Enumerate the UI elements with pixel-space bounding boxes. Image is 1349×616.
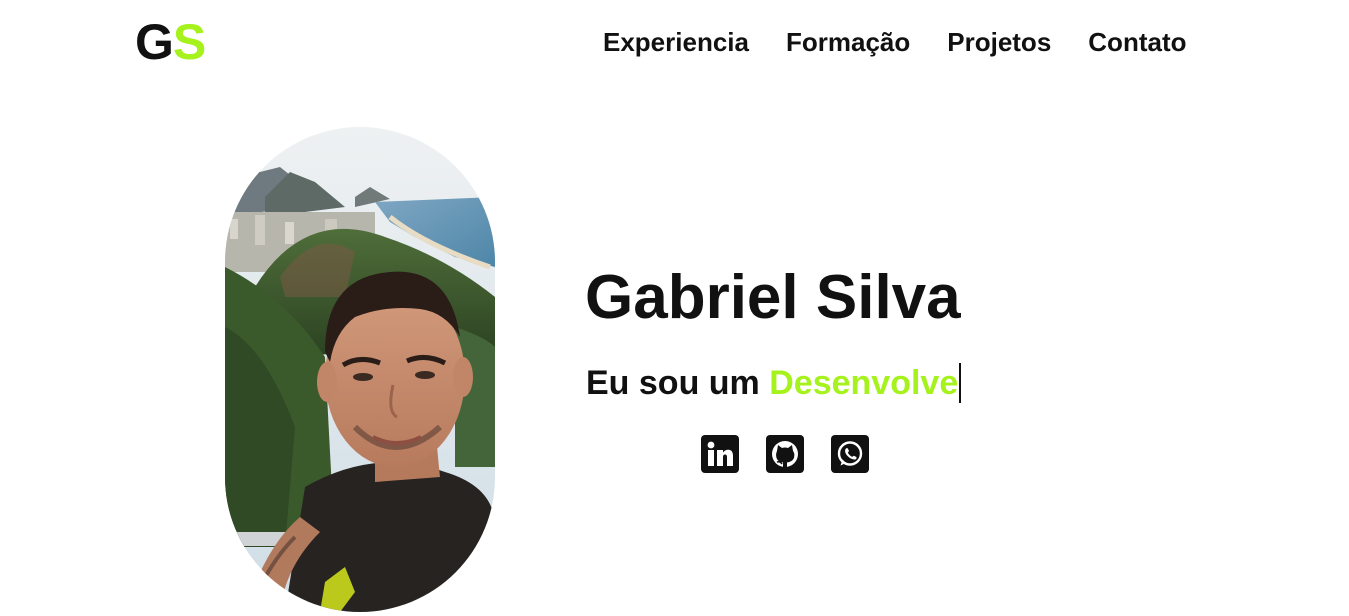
social-links bbox=[701, 435, 869, 473]
linkedin-icon[interactable] bbox=[701, 435, 739, 473]
logo[interactable]: GS bbox=[135, 14, 206, 70]
hero-intro-text: Eu sou um bbox=[586, 364, 770, 402]
nav-link-formacao[interactable]: Formação bbox=[786, 26, 910, 58]
hero-name: Gabriel Silva bbox=[585, 263, 961, 332]
typing-cursor bbox=[959, 363, 962, 403]
page: GS Experiencia Formação Projetos Contato bbox=[0, 0, 1349, 616]
hero-subtitle: Eu sou um Desenvolve bbox=[586, 363, 962, 403]
nav-link-projetos[interactable]: Projetos bbox=[947, 26, 1051, 58]
main-nav: Experiencia Formação Projetos Contato bbox=[603, 26, 1186, 58]
whatsapp-icon[interactable] bbox=[831, 435, 869, 473]
nav-link-experiencia[interactable]: Experiencia bbox=[603, 26, 749, 58]
nav-link-contato[interactable]: Contato bbox=[1088, 26, 1186, 58]
profile-photo bbox=[225, 127, 495, 612]
github-icon[interactable] bbox=[766, 435, 804, 473]
logo-letter-s: S bbox=[172, 14, 206, 70]
logo-letter-g: G bbox=[135, 14, 174, 70]
hero-typed-role: Desenvolve bbox=[769, 364, 959, 402]
